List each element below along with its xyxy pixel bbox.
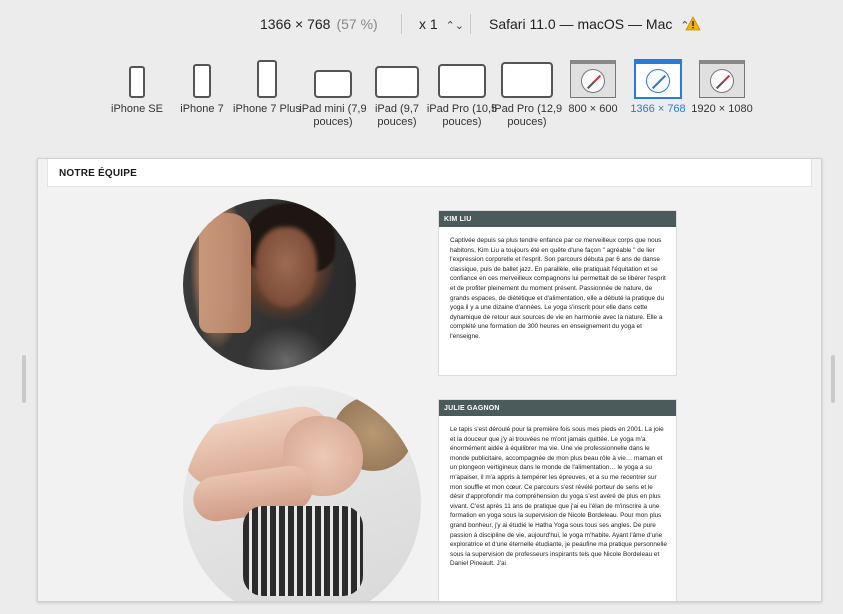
tablet-icon [438, 64, 486, 98]
device-iphone-se[interactable]: iPhone SE [100, 52, 174, 116]
device-ipad[interactable]: iPad (9,7 pouces) [360, 52, 434, 129]
tablet-icon [314, 70, 352, 98]
toolbar-divider [401, 14, 402, 34]
zoom-percent: (57 %) [336, 16, 378, 32]
device-label: iPhone 7 [180, 103, 224, 115]
device-iphone-7-plus[interactable]: iPhone 7 Plus [230, 52, 304, 116]
device-ipad-pro-12-9[interactable]: iPad Pro (12,9 pouces) [490, 52, 564, 129]
browser-selector[interactable]: Safari 11.0 — macOS — Mac ⌃⌄ [489, 16, 699, 32]
phone-icon [193, 64, 211, 98]
desktop-window-icon [699, 60, 745, 98]
device-800x600[interactable]: 800 × 600 [556, 52, 630, 116]
member-name: JULIE GAGNON [439, 400, 676, 416]
device-label: 1920 × 1080 [691, 103, 753, 115]
resolution-value: 1366 × 768 [260, 16, 331, 32]
resolution-readout: 1366 × 768 (57 %) [260, 16, 378, 32]
device-iphone-7[interactable]: iPhone 7 [165, 52, 239, 116]
right-resize-handle[interactable] [831, 355, 835, 403]
device-label: iPhone 7 Plus [233, 103, 301, 115]
device-label: iPad mini (7,9 pouces) [299, 103, 367, 128]
scale-value: x 1 [419, 16, 438, 32]
scale-stepper-icon: ⌃⌄ [445, 20, 465, 32]
browser-value: Safari 11.0 — macOS — Mac [489, 16, 673, 32]
device-label: 1366 × 768 [630, 103, 686, 115]
device-label: iPad Pro (10,5 pouces) [426, 103, 498, 128]
desktop-window-icon [634, 59, 682, 99]
device-label: iPhone SE [111, 103, 163, 115]
member-name: KIM LIU [439, 211, 676, 227]
device-label: iPad (9,7 pouces) [374, 103, 420, 128]
team-member-photo [183, 199, 356, 370]
phone-icon [129, 66, 145, 98]
left-resize-handle[interactable] [22, 355, 26, 403]
compass-icon [710, 68, 734, 93]
section-title: NOTRE ÉQUIPE [47, 159, 812, 187]
desktop-window-icon [570, 60, 616, 98]
compass-icon [581, 68, 605, 93]
device-ipad-mini[interactable]: iPad mini (7,9 pouces) [296, 52, 370, 129]
device-1920x1080[interactable]: 1920 × 1080 [685, 52, 759, 116]
compass-icon [646, 68, 670, 93]
member-bio: Le tapis s'est déroulé pour la première … [450, 426, 667, 568]
team-member-card: KIM LIU Captivée depuis sa plus tendre e… [438, 210, 677, 376]
toolbar-divider [470, 14, 471, 34]
team-member-photo [183, 386, 421, 601]
device-label: iPad Pro (12,9 pouces) [491, 103, 563, 128]
warning-triangle-icon[interactable] [685, 16, 701, 31]
device-label: 800 × 600 [568, 103, 618, 115]
scale-selector[interactable]: x 1 ⌃⌄ [419, 16, 464, 32]
member-bio: Captivée depuis sa plus tendre enfance p… [450, 237, 666, 340]
device-ipad-pro-10-5[interactable]: iPad Pro (10,5 pouces) [425, 52, 499, 129]
tablet-icon [375, 66, 419, 98]
tablet-icon [501, 62, 553, 98]
responsive-toolbar: 1366 × 768 (57 %) x 1 ⌃⌄ Safari 11.0 — ma… [0, 0, 843, 48]
device-1366x768[interactable]: 1366 × 768 [621, 52, 695, 116]
team-member-card: JULIE GAGNON Le tapis s'est déroulé pour… [438, 399, 677, 601]
page-viewport[interactable]: NOTRE ÉQUIPE KIM LIU Captivée depuis sa … [37, 158, 822, 602]
phone-icon [257, 60, 277, 98]
device-picker: iPhone SE iPhone 7 iPhone 7 Plus iPad mi… [0, 52, 843, 152]
